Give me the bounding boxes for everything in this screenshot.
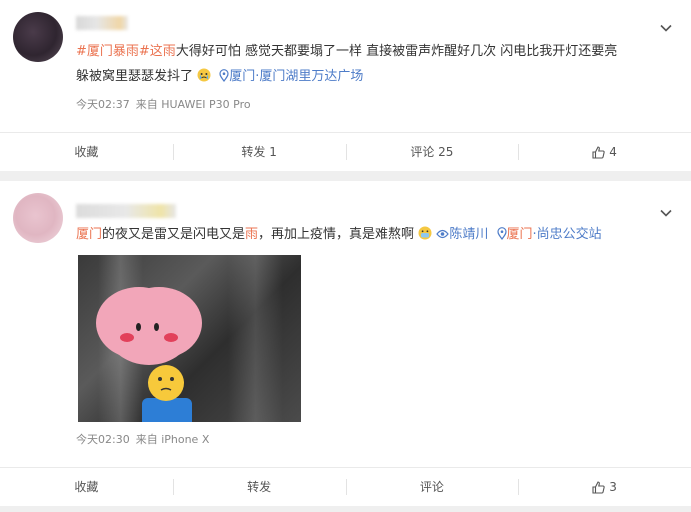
mention-text[interactable]: 陈靖川 xyxy=(449,227,488,242)
pink-bear-sticker xyxy=(106,293,192,365)
post-meta: 今天02:37 来自 HUAWEI P30 Pro xyxy=(76,96,251,112)
post-time[interactable]: 今天02:37 xyxy=(76,98,130,111)
like-button[interactable]: 3 xyxy=(518,468,691,506)
post-text-line-1: 厦门的夜又是雷又是闪电又是雨，再加上疫情，真是难熬啊 陈靖川 厦门·尚忠公交站 xyxy=(76,226,602,246)
weibo-user-icon xyxy=(436,228,450,246)
chevron-down-icon[interactable] xyxy=(660,22,672,34)
username-blurred[interactable] xyxy=(76,16,128,30)
repost-label: 转发 xyxy=(247,480,272,494)
post-actions-bar: 收藏 转发 1 评论 25 4 xyxy=(0,132,691,171)
shrug-figure-body xyxy=(142,398,192,422)
post-text-body: 的夜又是雷又是闪电又是 xyxy=(102,227,246,242)
location-pin-icon xyxy=(496,227,507,246)
post-source: 来自 iPhone X xyxy=(135,433,210,446)
post-text-body: 大得好可怕 感觉天都要塌了一样 直接被雷声炸醒好几次 闪电比我开灯还要亮 xyxy=(175,44,618,59)
comment-label: 评论 25 xyxy=(410,145,454,159)
avatar[interactable] xyxy=(13,193,63,243)
repost-label: 转发 1 xyxy=(241,145,277,159)
location-link[interactable]: 厦门·厦门湖里万达广场 xyxy=(219,69,363,84)
post-text-body-2: 躲被窝里瑟瑟发抖了 xyxy=(76,69,194,84)
post-source: 来自 HUAWEI P30 Pro xyxy=(135,98,251,111)
post-text-line-2: 躲被窝里瑟瑟发抖了 厦门·厦门湖里万达广场 xyxy=(76,68,363,88)
location-city[interactable]: 厦门 xyxy=(507,227,533,242)
shrug-emoji-icon xyxy=(148,365,184,401)
hashtag-xiamen-rainstorm[interactable]: #厦门暴雨# xyxy=(76,44,150,59)
crying-emoji-icon xyxy=(197,68,211,88)
comment-button[interactable]: 评论 25 xyxy=(345,133,519,171)
weibo-post: #厦门暴雨#这雨大得好可怕 感觉天都要塌了一样 直接被雷声炸醒好几次 闪电比我开… xyxy=(0,0,691,132)
weibo-post: 厦门的夜又是雷又是闪电又是雨，再加上疫情，真是难熬啊 陈靖川 厦门·尚忠公交站 … xyxy=(0,181,691,469)
comment-label: 评论 xyxy=(419,480,444,494)
repost-button[interactable]: 转发 1 xyxy=(172,133,346,171)
post-actions-bar: 收藏 转发 评论 3 xyxy=(0,467,691,506)
keyword-rain: 雨 xyxy=(245,227,259,242)
post-time[interactable]: 今天02:30 xyxy=(76,433,130,446)
avatar[interactable] xyxy=(13,12,63,62)
post-text-body-2: ，再加上疫情，真是难熬啊 xyxy=(258,227,415,242)
collect-label: 收藏 xyxy=(74,480,99,494)
thumbs-up-icon xyxy=(592,480,605,494)
collect-button[interactable]: 收藏 xyxy=(0,133,173,171)
collect-label: 收藏 xyxy=(74,145,99,159)
location-link[interactable]: 厦门·尚忠公交站 xyxy=(496,227,602,242)
comment-button[interactable]: 评论 xyxy=(345,468,519,506)
photo-highlight xyxy=(228,255,283,422)
sticker-cheek xyxy=(120,333,134,342)
sticker-eye xyxy=(136,323,141,331)
like-count: 4 xyxy=(609,145,617,159)
username-blurred[interactable] xyxy=(76,204,176,218)
post-photo[interactable] xyxy=(78,255,301,422)
sticker-eye xyxy=(154,323,159,331)
keyword-xiamen: 厦门 xyxy=(76,227,103,242)
collect-button[interactable]: 收藏 xyxy=(0,468,173,506)
keyword-rain: 这雨 xyxy=(149,44,176,59)
thumbs-up-icon xyxy=(592,145,605,159)
chevron-down-icon[interactable] xyxy=(660,207,672,219)
location-text[interactable]: 厦门·厦门湖里万达广场 xyxy=(229,69,363,84)
post-text-line-1: #厦门暴雨#这雨大得好可怕 感觉天都要塌了一样 直接被雷声炸醒好几次 闪电比我开… xyxy=(76,43,617,61)
location-text[interactable]: ·尚忠公交站 xyxy=(533,227,602,242)
like-button[interactable]: 4 xyxy=(518,133,691,171)
like-count: 3 xyxy=(609,480,617,494)
repost-button[interactable]: 转发 xyxy=(172,468,346,506)
location-pin-icon xyxy=(219,69,229,88)
sticker-cheek xyxy=(164,333,178,342)
mention-link[interactable]: 陈靖川 xyxy=(436,227,492,242)
post-meta: 今天02:30 来自 iPhone X xyxy=(76,431,209,447)
face-mask-emoji-icon xyxy=(418,226,432,246)
